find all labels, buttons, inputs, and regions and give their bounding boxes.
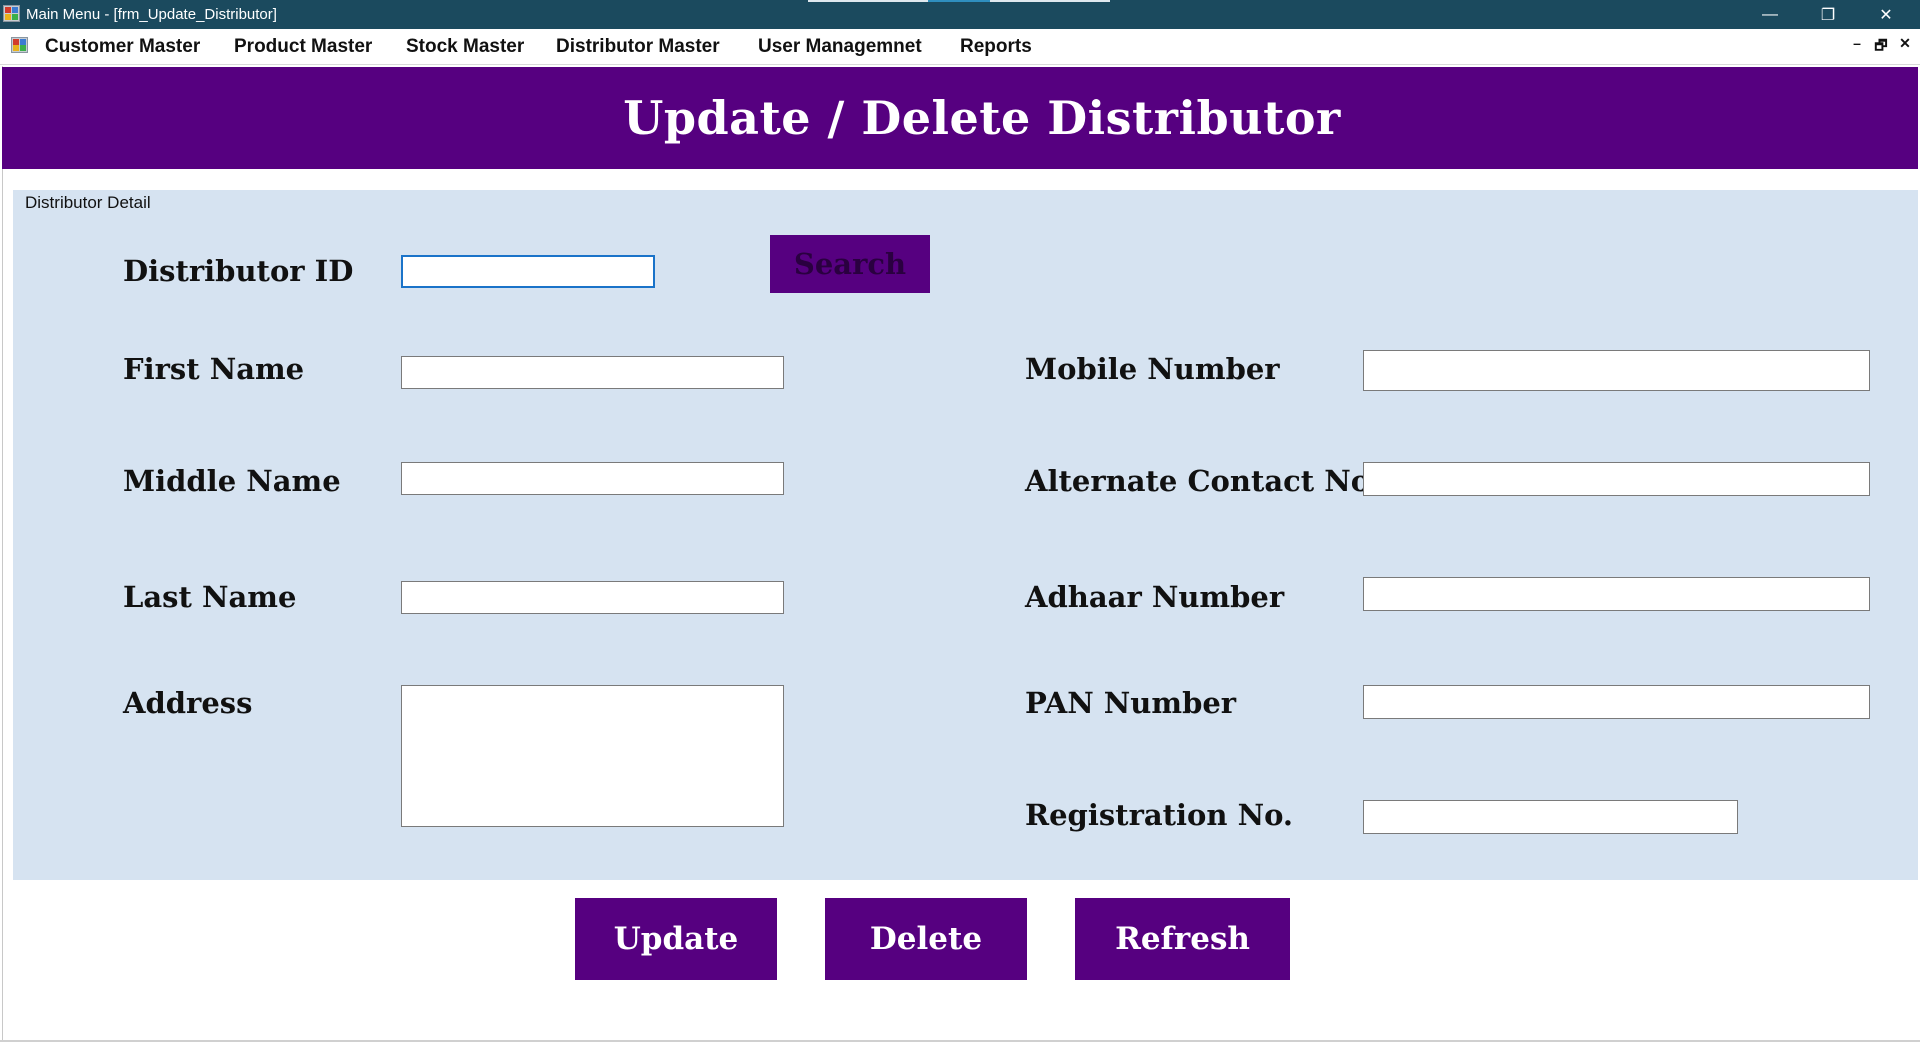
alternate-contact-input[interactable] xyxy=(1363,462,1870,496)
minimize-button[interactable]: — xyxy=(1747,0,1793,29)
address-input[interactable] xyxy=(401,685,784,827)
title-accent-strip xyxy=(808,0,928,2)
delete-button[interactable]: Delete xyxy=(825,898,1027,980)
menu-bar: Customer Master Product Master Stock Mas… xyxy=(0,29,1920,65)
title-accent-strip xyxy=(990,0,1110,2)
registration-no-input[interactable] xyxy=(1363,800,1738,834)
mobile-number-label: Mobile Number xyxy=(1025,352,1280,386)
pan-number-label: PAN Number xyxy=(1025,686,1237,720)
last-name-label: Last Name xyxy=(123,580,297,614)
middle-name-label: Middle Name xyxy=(123,464,341,498)
distributor-id-label: Distributor ID xyxy=(123,254,354,288)
mdi-minimize-button[interactable]: – xyxy=(1848,35,1866,51)
page-title: Update / Delete Distributor xyxy=(623,91,1341,145)
menu-stock-master[interactable]: Stock Master xyxy=(406,36,524,58)
restore-button[interactable]: ❐ xyxy=(1805,0,1851,29)
title-accent-strip-active xyxy=(928,0,990,2)
form-banner: Update / Delete Distributor xyxy=(2,67,1918,169)
update-button[interactable]: Update xyxy=(575,898,777,980)
adhaar-number-input[interactable] xyxy=(1363,577,1870,611)
first-name-input[interactable] xyxy=(401,356,784,389)
app-icon[interactable] xyxy=(3,5,20,22)
search-button[interactable]: Search xyxy=(770,235,930,293)
menu-user-management[interactable]: User Managemnet xyxy=(758,36,922,58)
middle-name-input[interactable] xyxy=(401,462,784,495)
menu-customer-master[interactable]: Customer Master xyxy=(45,36,200,58)
distributor-id-input[interactable] xyxy=(401,255,655,288)
distributor-detail-group xyxy=(13,190,1918,880)
window-title: Main Menu - [frm_Update_Distributor] xyxy=(26,6,277,23)
refresh-button[interactable]: Refresh xyxy=(1075,898,1290,980)
close-button[interactable]: ✕ xyxy=(1863,0,1909,29)
first-name-label: First Name xyxy=(123,352,305,386)
group-caption: Distributor Detail xyxy=(25,193,151,212)
menu-distributor-master[interactable]: Distributor Master xyxy=(556,36,720,58)
mdi-restore-button[interactable]: 🗗 xyxy=(1872,35,1890,59)
pan-number-input[interactable] xyxy=(1363,685,1870,719)
adhaar-number-label: Adhaar Number xyxy=(1025,580,1285,614)
mdi-child-icon[interactable] xyxy=(11,37,28,53)
registration-no-label: Registration No. xyxy=(1025,798,1294,832)
title-bar: Main Menu - [frm_Update_Distributor] — ❐… xyxy=(0,0,1920,29)
alternate-contact-label: Alternate Contact No. xyxy=(1025,464,1380,498)
last-name-input[interactable] xyxy=(401,581,784,614)
menu-product-master[interactable]: Product Master xyxy=(234,36,372,58)
mdi-close-button[interactable]: ✕ xyxy=(1896,35,1914,52)
mobile-number-input[interactable] xyxy=(1363,350,1870,391)
menu-reports[interactable]: Reports xyxy=(960,36,1032,58)
address-label: Address xyxy=(123,686,253,720)
